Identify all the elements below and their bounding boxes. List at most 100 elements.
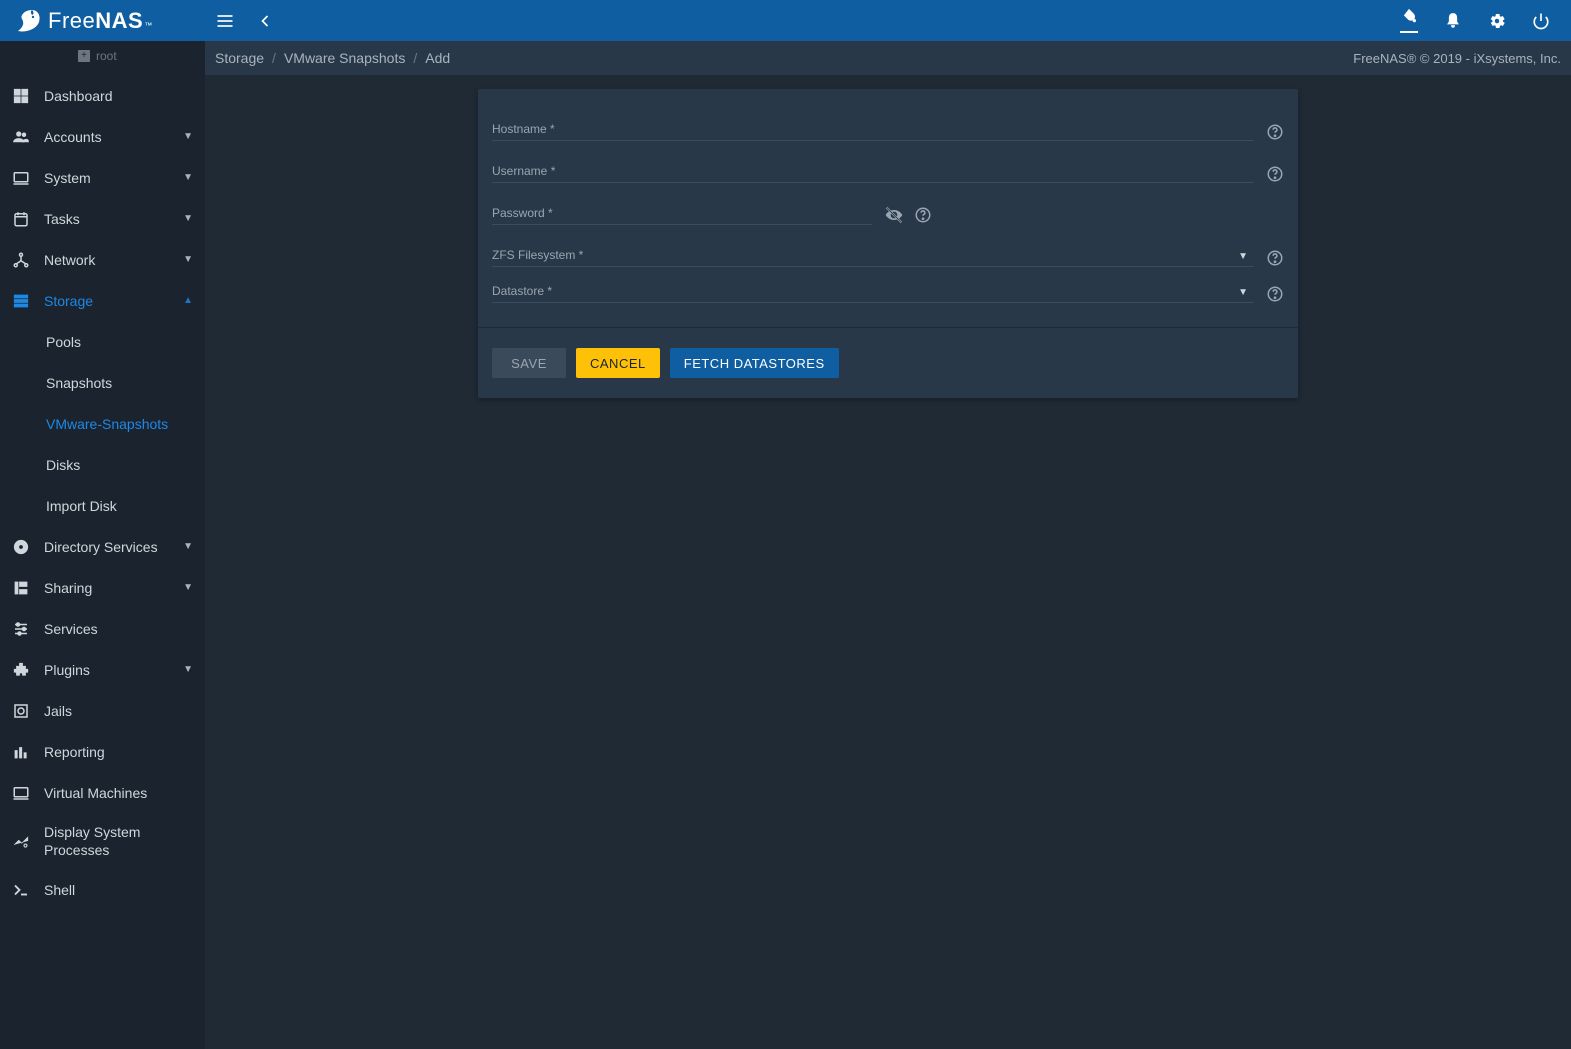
zfs-field[interactable]: ZFS Filesystem * ▼	[492, 248, 1254, 267]
help-icon[interactable]	[914, 206, 932, 224]
plus-icon: +	[78, 50, 90, 62]
hostname-label: Hostname *	[492, 122, 1254, 136]
help-icon[interactable]	[1266, 165, 1284, 183]
sharing-icon	[12, 579, 44, 597]
datastore-field[interactable]: Datastore * ▼	[492, 284, 1254, 303]
sidebar-item-label: Jails	[44, 703, 193, 719]
card-actions: SAVE CANCEL FETCH DATASTORES	[478, 327, 1298, 398]
sidebar-item-shell[interactable]: Shell	[0, 869, 205, 910]
power-button[interactable]	[1521, 1, 1561, 41]
sidebar-item-accounts[interactable]: Accounts ▼	[0, 116, 205, 157]
sidebar-item-label: System	[44, 170, 183, 186]
sidebar-item-virtual-machines[interactable]: Virtual Machines	[0, 772, 205, 813]
datastore-label: Datastore *	[492, 284, 552, 298]
sidebar-item-tasks[interactable]: Tasks ▼	[0, 198, 205, 239]
storage-icon	[12, 292, 44, 310]
sidebar-sub-import-disk[interactable]: Import Disk	[0, 485, 205, 526]
main: Storage / VMware Snapshots / Add FreeNAS…	[205, 41, 1571, 1049]
brand-free: Free	[48, 8, 95, 34]
form-card: Hostname * Username *	[478, 89, 1298, 398]
sidebar-item-label: Storage	[44, 293, 183, 309]
back-button[interactable]	[245, 1, 285, 41]
sidebar-sub-label: Disks	[46, 457, 80, 473]
tree-root-node[interactable]: + root	[0, 45, 205, 75]
dashboard-icon	[12, 87, 44, 105]
username-label: Username *	[492, 164, 1254, 178]
sidebar-item-display-processes[interactable]: Display System Processes	[0, 813, 205, 869]
sidebar-sub-vmware-snapshots[interactable]: VMware-Snapshots	[0, 403, 205, 444]
chevron-down-icon: ▼	[183, 172, 193, 183]
sidebar-sub-label: Snapshots	[46, 375, 112, 391]
password-field[interactable]: Password *	[492, 206, 872, 225]
menu-toggle-button[interactable]	[205, 1, 245, 41]
sidebar-sub-pools[interactable]: Pools	[0, 321, 205, 362]
row-username: Username *	[492, 141, 1284, 183]
sidebar-item-label: Directory Services	[44, 539, 183, 555]
sidebar-item-services[interactable]: Services	[0, 608, 205, 649]
sidebar-item-label: Network	[44, 252, 183, 268]
theme-button[interactable]	[1389, 1, 1429, 41]
sidebar-item-sharing[interactable]: Sharing ▼	[0, 567, 205, 608]
vm-icon	[12, 784, 44, 802]
sidebar-item-jails[interactable]: Jails	[0, 690, 205, 731]
fetch-datastores-button[interactable]: FETCH DATASTORES	[670, 348, 839, 378]
sidebar-item-label: Dashboard	[44, 88, 193, 104]
notifications-button[interactable]	[1433, 1, 1473, 41]
chevron-down-icon: ▼	[183, 254, 193, 265]
sidebar-sub-label: VMware-Snapshots	[46, 416, 168, 432]
hostname-field[interactable]: Hostname *	[492, 122, 1254, 141]
brand-text: FreeNAS™	[48, 8, 153, 34]
system-icon	[12, 169, 44, 187]
row-hostname: Hostname *	[492, 99, 1284, 141]
reporting-icon	[12, 743, 44, 761]
sidebar-item-label: Tasks	[44, 211, 183, 227]
breadcrumb-separator: /	[413, 50, 417, 66]
jails-icon	[12, 702, 44, 720]
topbar: FreeNAS™	[0, 0, 1571, 41]
sidebar-sub-label: Pools	[46, 334, 81, 350]
sidebar-item-system[interactable]: System ▼	[0, 157, 205, 198]
settings-button[interactable]	[1477, 1, 1517, 41]
visibility-off-icon[interactable]	[884, 205, 904, 225]
brand[interactable]: FreeNAS™	[0, 0, 205, 41]
sidebar-sub-disks[interactable]: Disks	[0, 444, 205, 485]
chevron-down-icon: ▼	[183, 582, 193, 593]
sidebar-item-label: Accounts	[44, 129, 183, 145]
help-icon[interactable]	[1266, 123, 1284, 141]
sidebar-item-plugins[interactable]: Plugins ▼	[0, 649, 205, 690]
chevron-down-icon[interactable]: ▼	[1238, 287, 1248, 298]
chevron-down-icon: ▼	[183, 664, 193, 675]
processes-icon	[12, 832, 44, 850]
help-icon[interactable]	[1266, 249, 1284, 267]
brand-nas: NAS	[95, 8, 143, 34]
breadcrumb-add[interactable]: Add	[425, 50, 450, 66]
layout: + root Dashboard Accounts ▼ System ▼ Tas…	[0, 41, 1571, 1049]
cancel-button[interactable]: CANCEL	[576, 348, 660, 378]
shell-icon	[12, 881, 44, 899]
save-button: SAVE	[492, 348, 566, 378]
topbar-left: FreeNAS™	[0, 0, 285, 41]
sidebar-item-directory-services[interactable]: Directory Services ▼	[0, 526, 205, 567]
directory-icon	[12, 538, 44, 556]
sidebar-item-reporting[interactable]: Reporting	[0, 731, 205, 772]
row-datastore: Datastore * ▼	[492, 267, 1284, 309]
help-icon[interactable]	[1266, 285, 1284, 303]
sidebar-item-network[interactable]: Network ▼	[0, 239, 205, 280]
sidebar-item-dashboard[interactable]: Dashboard	[0, 75, 205, 116]
username-field[interactable]: Username *	[492, 164, 1254, 183]
chevron-down-icon[interactable]: ▼	[1238, 251, 1248, 262]
chevron-down-icon: ▼	[183, 213, 193, 224]
brand-icon	[10, 6, 42, 36]
breadcrumb-vmware-snapshots[interactable]: VMware Snapshots	[284, 50, 405, 66]
breadcrumb-storage[interactable]: Storage	[215, 50, 264, 66]
services-icon	[12, 620, 44, 638]
sidebar-item-storage[interactable]: Storage ▲	[0, 280, 205, 321]
row-password: Password *	[492, 183, 1284, 225]
sidebar-sub-snapshots[interactable]: Snapshots	[0, 362, 205, 403]
chevron-down-icon: ▼	[183, 131, 193, 142]
tasks-icon	[12, 210, 44, 228]
sidebar-item-label: Plugins	[44, 662, 183, 678]
sidebar-item-label: Reporting	[44, 744, 193, 760]
sidebar-item-label: Services	[44, 621, 193, 637]
copyright-text: FreeNAS® © 2019 - iXsystems, Inc.	[1353, 51, 1561, 66]
